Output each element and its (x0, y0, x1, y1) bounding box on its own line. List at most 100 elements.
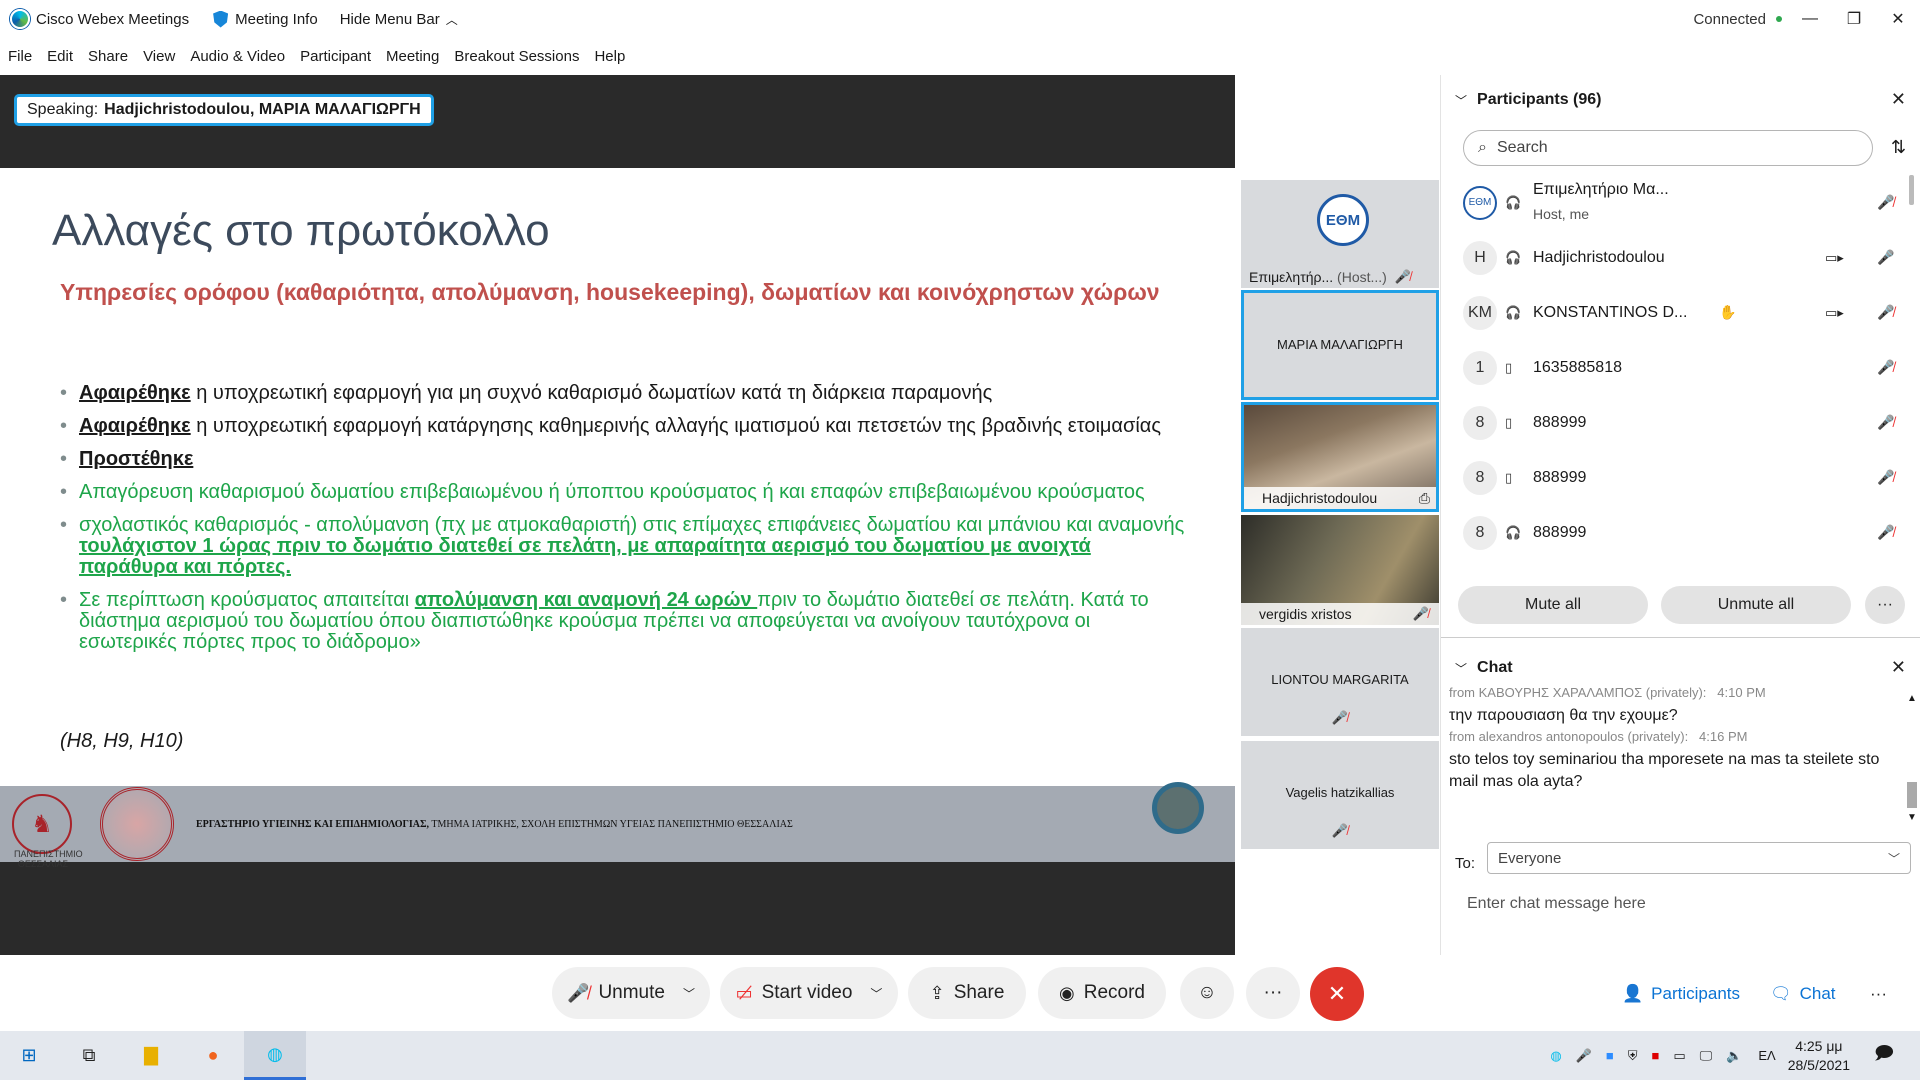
participants-more-button[interactable]: ··· (1865, 586, 1905, 624)
muted-mic-icon[interactable]: 🎤̸ (1877, 469, 1894, 486)
chevron-down-icon[interactable]: ﹀ (683, 985, 695, 1002)
share-icon: ⇪ (929, 982, 945, 1003)
record-button[interactable]: ◉ Record (1038, 967, 1166, 1019)
thumbnail-host[interactable]: ΕΘΜ Επιμελητήρ... (Host...) 🎤̸ (1241, 180, 1439, 288)
chat-scrollbar[interactable]: ▲ ▼ (1905, 693, 1919, 833)
microphone-tray-icon[interactable]: 🎤 (1576, 1048, 1592, 1064)
slide-title: Αλλαγές στο πρωτόκολλο (52, 206, 550, 255)
reactions-button[interactable]: ☺ (1180, 967, 1234, 1019)
unmute-all-button[interactable]: Unmute all (1661, 586, 1851, 624)
thumbnail-hadjichristodoulou[interactable]: Hadjichristodoulou ⎙ (1241, 402, 1439, 512)
muted-mic-icon[interactable]: 🎤̸ (1877, 524, 1894, 541)
raised-hand-icon: ✋ (1719, 304, 1737, 320)
start-video-button[interactable]: ▭̸ Start video ﹀ (720, 967, 898, 1019)
clock-time: 4:25 μμ (1795, 1037, 1843, 1054)
headset-icon: 🎧 (1505, 304, 1522, 320)
chat-recipient-select[interactable]: Everyone ﹀ (1487, 842, 1911, 874)
mute-all-button[interactable]: Mute all (1458, 586, 1648, 624)
participants-header[interactable]: ﹀ Participants (96) (1455, 83, 1602, 117)
scroll-down-icon[interactable]: ▼ (1905, 812, 1919, 823)
video-off-icon: ▭̸ (735, 982, 753, 1003)
muted-mic-icon[interactable]: 🎤̸ (1877, 359, 1894, 376)
notifications-icon[interactable]: 🗩 (1874, 1041, 1894, 1071)
participant-search-input[interactable]: ⌕ Search (1463, 130, 1873, 166)
scroll-up-icon[interactable]: ▲ (1905, 693, 1919, 704)
headset-icon: 🎧 (1505, 249, 1522, 265)
bullet-removed-1: Αφαιρέθηκε η υποχρεωτική εφαρμογή για μη… (60, 383, 1190, 405)
language-indicator[interactable]: ΕΛ (1758, 1048, 1775, 1063)
menu-view[interactable]: View (143, 48, 175, 65)
hide-menu-bar-button[interactable]: Hide Menu Bar ︿ (330, 0, 468, 38)
close-icon: ✕ (1327, 981, 1347, 1006)
connection-status: Connected (1693, 0, 1782, 38)
close-window-icon[interactable]: ✕ (1876, 0, 1920, 38)
antivirus-tray-icon[interactable]: ■ (1651, 1048, 1659, 1063)
participant-row[interactable]: 8 🎧 888999 🎤̸ (1441, 505, 1911, 560)
bullet-text: η υποχρεωτική εφαρμογή κατάργησης καθημε… (190, 415, 1161, 437)
participant-row[interactable]: ΕΘΜ 🎧 Επιμελητήριο Μα... Host, me 🎤̸ (1441, 175, 1911, 230)
participant-row[interactable]: 8 ▯ 888999 🎤̸ (1441, 395, 1911, 450)
menu-edit[interactable]: Edit (47, 48, 73, 65)
muted-mic-icon[interactable]: 🎤̸ (1877, 304, 1894, 321)
clock-date: 28/5/2021 (1787, 1056, 1851, 1073)
participant-row[interactable]: KM 🎧 KONSTANTINOS D... ✋ ▭▸ 🎤̸ (1441, 285, 1911, 340)
active-mic-icon[interactable]: 🎤 (1877, 249, 1894, 266)
webex-taskbar-icon[interactable]: ◍ (244, 1031, 306, 1080)
avatar: KM (1463, 295, 1497, 330)
battery-tray-icon[interactable]: ▭ (1673, 1048, 1685, 1064)
scroll-thumb[interactable] (1907, 782, 1917, 808)
panel-more-button[interactable]: ··· (1870, 975, 1887, 1013)
chevron-down-icon[interactable]: ﹀ (870, 985, 882, 1002)
minimize-icon[interactable]: — (1788, 0, 1832, 38)
firefox-icon[interactable]: ● (182, 1031, 244, 1080)
zoom-tray-icon[interactable]: ■ (1606, 1048, 1614, 1063)
close-chat-icon[interactable]: ✕ (1891, 657, 1906, 678)
file-explorer-icon[interactable]: ▇ (120, 1031, 182, 1080)
chat-panel-button[interactable]: 🗨 Chat (1770, 975, 1836, 1013)
shield-icon (213, 10, 229, 28)
sort-icon[interactable]: ⇅ (1891, 137, 1906, 158)
webex-tray-icon[interactable]: ◍ (1550, 1048, 1561, 1064)
bullet-text: σχολαστικός καθαρισμός - απολύμανση (πχ … (79, 514, 1185, 536)
menu-participant[interactable]: Participant (300, 48, 371, 65)
unmute-button[interactable]: 🎤̸ Unmute ﹀ (552, 967, 710, 1019)
participant-row[interactable]: 8 ▯ 888999 🎤̸ (1441, 450, 1911, 505)
menu-audio-video[interactable]: Audio & Video (190, 48, 285, 65)
restore-icon[interactable]: ❐ (1832, 0, 1876, 38)
network-tray-icon[interactable]: 🖵 (1700, 1048, 1713, 1064)
menu-share[interactable]: Share (88, 48, 128, 65)
system-clock[interactable]: 4:25 μμ 28/5/2021 (1788, 1037, 1850, 1075)
chat-header[interactable]: ﹀ Chat (1455, 651, 1513, 685)
more-options-button[interactable]: ··· (1246, 967, 1300, 1019)
hide-menu-label: Hide Menu Bar (339, 10, 440, 28)
menu-file[interactable]: File (8, 48, 32, 65)
share-button[interactable]: ⇪ Share (908, 967, 1026, 1019)
thumbnail-liontou[interactable]: LIONTOU MARGARITA 🎤̸ (1241, 628, 1439, 736)
muted-mic-icon[interactable]: 🎤̸ (1877, 194, 1894, 211)
video-thumbnails: ΕΘΜ Επιμελητήρ... (Host...) 🎤̸ ΜΑΡΙΑ ΜΑΛ… (1235, 75, 1440, 955)
close-participants-icon[interactable]: ✕ (1891, 89, 1906, 110)
windows-start-icon[interactable]: ⊞ (0, 1031, 58, 1080)
participants-panel-button[interactable]: 👤 Participants (1622, 975, 1740, 1013)
participant-scrollbar[interactable] (1909, 175, 1914, 205)
muted-mic-icon: 🎤̸ (567, 982, 590, 1003)
windows-taskbar: ⊞ ⧉ ▇ ● ◍ ◍ 🎤 ■ ⛨ ■ ▭ 🖵 🔈 ΕΛ 4:25 μμ 28/… (0, 1031, 1920, 1080)
menu-breakout[interactable]: Breakout Sessions (454, 48, 579, 65)
thumbnail-vagelis[interactable]: Vagelis hatzikallias 🎤̸ (1241, 741, 1439, 849)
thumbnail-maria[interactable]: ΜΑΡΙΑ ΜΑΛΑΓΙΩΡΓΗ (1241, 290, 1439, 400)
volume-tray-icon[interactable]: 🔈 (1726, 1048, 1742, 1064)
leave-meeting-button[interactable]: ✕ (1310, 967, 1364, 1021)
slide-footer: ♞ ΠΑΝΕΠΙΣΤΗΜΙΟ ΘΕΣΣΑΛΙΑΣ ΕΡΓΑΣΤΗΡΙΟ ΥΓΙΕ… (0, 786, 1235, 869)
participant-row[interactable]: 1 ▯ 1635885818 🎤̸ (1441, 340, 1911, 395)
menu-meeting[interactable]: Meeting (386, 48, 439, 65)
participant-row[interactable]: H 🎧 Hadjichristodoulou ▭▸ 🎤 (1441, 230, 1911, 285)
thumbnail-vergidis[interactable]: vergidis xristos 🎤̸ (1241, 515, 1439, 625)
task-view-icon[interactable]: ⧉ (58, 1031, 120, 1080)
chat-input[interactable]: Enter chat message here (1467, 895, 1646, 913)
avatar: 8 (1463, 515, 1497, 550)
chamber-logo-icon: ΕΘΜ (1317, 194, 1369, 246)
menu-help[interactable]: Help (594, 48, 625, 65)
muted-mic-icon[interactable]: 🎤̸ (1877, 414, 1894, 431)
meeting-info-button[interactable]: Meeting Info (203, 0, 328, 38)
security-tray-icon[interactable]: ⛨ (1628, 1048, 1638, 1064)
